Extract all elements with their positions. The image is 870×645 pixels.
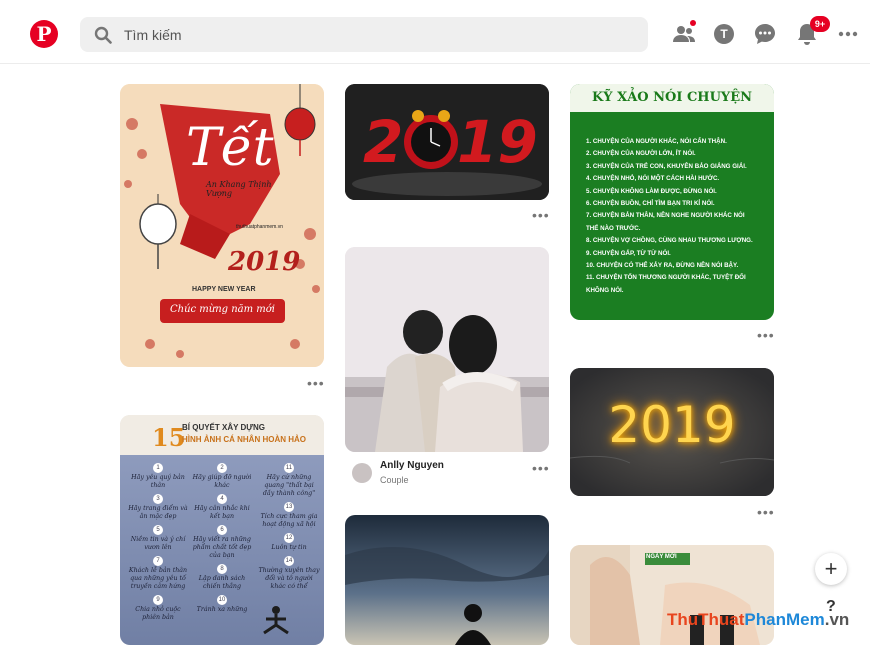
quyet-item-number: 5 — [153, 525, 163, 535]
tet-title: Tết — [186, 118, 274, 178]
kyxao-list-item: 8. CHUYỆN VỢ CHỒNG, CÙNG NHAU THƯƠNG LƯỢ… — [586, 237, 753, 245]
quyet-item-text: Hãy trang điểm và ăn mặc đẹp — [128, 505, 188, 520]
avatar[interactable] — [352, 463, 372, 483]
kyxao-list-item: THẾ NÀO TRƯỚC. — [586, 224, 641, 232]
pin-more-button[interactable]: ••• — [307, 376, 325, 390]
pin-15-bi-quyet[interactable]: 15 BÍ QUYẾT XÂY DỰNG HÌNH ẢNH CÁ NHÂN HO… — [120, 415, 324, 645]
tet-banner: Chúc mừng năm mới — [169, 304, 276, 315]
kyxao-list-item: 10. CHUYỆN CÓ THỂ XẢY RA, ĐỪNG NÊN NÓI B… — [586, 262, 739, 270]
quyet-item-number: 7 — [153, 556, 163, 566]
kyxao-list-item: 1. CHUYỆN CỦA NGƯỜI KHÁC, NÓI CẨN THẬN. — [586, 138, 727, 145]
quyet-item-text: Lập danh sách chiến thắng — [198, 575, 246, 590]
quyet-column-3: 11 Hãy cứ những quang "thất bại đầy thành… — [258, 461, 320, 595]
search-bar[interactable] — [80, 17, 648, 52]
quyet-item-number: 3 — [153, 494, 163, 504]
neon-year: 2019 — [608, 396, 736, 454]
pin-neon-2019[interactable]: 2019 — [570, 368, 774, 496]
profile-button[interactable]: T — [712, 22, 736, 46]
kyxao-list-item: 9. CHUYỆN GẤP, TỪ TỪ NÓI. — [586, 249, 671, 257]
pin-tet-2019[interactable]: Tết An Khang Thịnh Vượng thuthuatphanmem… — [120, 84, 324, 367]
quyet-line2: HÌNH ẢNH CÁ NHÂN HOÀN HẢO — [182, 435, 306, 444]
pin-more-button[interactable]: ••• — [757, 505, 775, 519]
kyxao-list-item: KHÔNG NÓI. — [586, 286, 624, 294]
watermark-part-1: ThuThuat — [667, 610, 745, 629]
quyet-number: 15 — [152, 423, 186, 452]
quyet-line1: BÍ QUYẾT XÂY DỰNG — [182, 423, 265, 432]
pin-more-button[interactable]: ••• — [532, 461, 550, 475]
morning-photo — [570, 545, 774, 645]
quyet-item-number: 6 — [217, 525, 227, 535]
quyet-item-text: Khách lễ bản thân qua những yêu tố truyề… — [128, 567, 188, 590]
pin-author-name[interactable]: Anlly Nguyen — [380, 460, 444, 471]
messages-icon[interactable] — [753, 22, 777, 46]
quyet-item-text: Hãy cân nhắc khi kết bạn — [194, 505, 250, 520]
search-icon — [94, 26, 112, 44]
yoga-figure-icon — [263, 606, 289, 635]
tet-year: 2019 — [228, 247, 301, 277]
quyet-item-number: 10 — [217, 595, 227, 605]
quyet-item-text: Hãy cứ những quang "thất bại đầy thành c… — [262, 474, 316, 497]
kyxao-list-item: 4. CHUYỆN NHỎ, NÓI MỘT CÁCH HÀI HƯỚC. — [586, 175, 720, 183]
watermark-part-2: PhanMem — [744, 610, 825, 629]
tet-greeting: HAPPY NEW YEAR — [192, 286, 256, 293]
quyet-item-text: Luôn tự tin — [271, 544, 307, 551]
kyxao-list-item: 3. CHUYỆN CỦA TRẺ CON, KHUYÊN BẢO GIẢNG … — [586, 162, 747, 170]
kyxao-list-item: 5. CHUYỆN KHÔNG LÀM ĐƯỢC, ĐỪNG NÓI. — [586, 187, 717, 195]
quyet-item-text: Hãy viết ra những phẩm chất tốt đẹp của … — [192, 536, 252, 559]
quyet-column-1: 1 Hãy yêu quý bản thân 3 Hãy trang điểm và … — [128, 461, 188, 626]
quyet-item-number: 11 — [284, 463, 294, 473]
quyet-item-text: Thường xuyên thay đổi và tô người khác c… — [258, 567, 320, 590]
quyet-item-text: Tích cực tham gia hoạt động xã hội — [260, 513, 318, 528]
pin-more-button[interactable]: ••• — [757, 328, 775, 342]
quyet-item-text: Hãy giúp đỡ người khác — [192, 474, 252, 489]
add-pin-button[interactable]: + — [815, 553, 847, 585]
quyet-item-text: Chia nhỏ cuộc phiên bản — [135, 606, 181, 621]
pinterest-logo-icon[interactable]: P — [30, 20, 58, 48]
quyet-item-number: 9 — [153, 595, 163, 605]
watermark: ThuThuatPhanMem.vn — [667, 610, 849, 630]
kyxao-list: 1. CHUYỆN CỦA NGƯỜI KHÁC, NÓI CẨN THẬN. 2… — [586, 136, 770, 297]
pin-board-name[interactable]: Couple — [380, 475, 409, 485]
notification-dot — [690, 20, 696, 26]
quyet-item-number: 14 — [284, 556, 294, 566]
sky-photo — [345, 515, 549, 645]
pin-clock-2019[interactable]: 2 19 — [345, 84, 549, 200]
quyet-item-number: 4 — [217, 494, 227, 504]
quyet-item-text: Tránh xa những — [196, 606, 248, 613]
watermark-part-3: .vn — [824, 610, 850, 629]
kyxao-title: KỸ XẢO NÓI CHUYỆN — [592, 90, 752, 105]
quyet-item-text: Niềm tin và ý chí vươn lên — [130, 536, 186, 551]
avatar: T — [714, 24, 734, 44]
kyxao-list-item: 2. CHUYỆN CỦA NGƯỜI LỚN, ÍT NÓI. — [586, 150, 696, 158]
more-options-icon[interactable] — [836, 22, 860, 46]
clock-year-left: 2 — [363, 108, 404, 176]
kyxao-list-item: 11. CHUYỆN TỔN THƯƠNG NGƯỜI KHÁC, TUYỆT … — [586, 274, 746, 282]
tet-subtitle: An Khang Thịnh Vượng — [206, 180, 272, 198]
morning-tag: NGÀY MỚI — [646, 554, 677, 560]
pin-couple-photo[interactable] — [345, 247, 549, 452]
quyet-item-number: 1 — [153, 463, 163, 473]
search-input[interactable] — [122, 25, 626, 44]
quyet-column-2: 2 Hãy giúp đỡ người khác 4 Hãy cân nhắc khi… — [192, 461, 252, 618]
tet-site: thuthuatphanmem.vn — [236, 224, 283, 230]
pin-more-button[interactable]: ••• — [532, 208, 550, 222]
couple-photo — [345, 247, 549, 452]
quyet-item-number: 8 — [217, 564, 227, 574]
kyxao-list-item: 7. CHUYỆN BẢN THÂN, NÊN NGHE NGƯỜI KHÁC … — [586, 212, 745, 220]
pin-morning-photo[interactable]: NGÀY MỚI — [570, 545, 774, 645]
top-navigation-bar: P T 9+ — [0, 0, 870, 64]
quyet-item-number: 13 — [284, 502, 294, 512]
quyet-item-text: Hãy yêu quý bản thân — [131, 474, 185, 489]
clock-year-right: 19 — [457, 108, 538, 176]
pin-ky-xao-noi-chuyen[interactable]: KỸ XẢO NÓI CHUYỆN 1. CHUYỆN CỦA NGƯỜI KH… — [570, 84, 774, 320]
quyet-item-number: 12 — [284, 533, 294, 543]
notification-count-badge: 9+ — [810, 16, 830, 32]
pin-sky-photo[interactable] — [345, 515, 549, 645]
quyet-item-number: 2 — [217, 463, 227, 473]
kyxao-list-item: 6. CHUYỆN BUỒN, CHỈ TÌM BẠN TRI KỈ NÓI. — [586, 200, 715, 208]
